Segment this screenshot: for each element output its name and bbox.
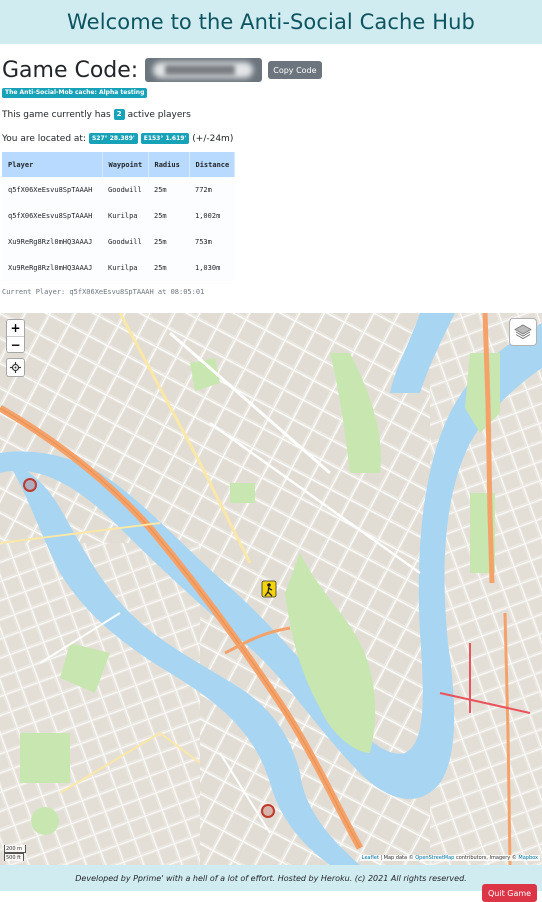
current-player-line: Current Player: q5fX06XeEsvu8SpTAAAH at … [2,288,205,296]
waypoint-circle-icon[interactable] [23,478,37,492]
table-header-row: Player Waypoint Radius Distance [2,152,235,177]
location-accuracy: (+/-24m) [192,133,234,144]
table-row: q5fX06XeEsvu8SpTAAAH Kurilpa 25m 1,002m [2,203,235,229]
layers-button[interactable] [509,318,537,346]
mapbox-link[interactable]: Mapbox [518,855,538,861]
map-tiles [0,313,542,865]
game-code-row: Game Code: Copy Code [2,56,322,84]
scale-metric: 200 m [4,845,26,853]
column-header-waypoint: Waypoint [102,152,149,177]
cell-distance: 1,030m [189,255,235,281]
cell-player: Xu9ReRg8Rzl0mHQ3AAAJ [2,255,102,281]
column-header-player: Player [2,152,103,177]
cache-badge: The Anti-Social-Mob cache: Alpha testing [2,88,148,98]
zoom-in-button[interactable]: + [7,320,24,336]
cell-player: q5fX06XeEsvu8SpTAAAH [2,177,102,203]
layers-icon [514,324,532,340]
zoom-out-button[interactable]: − [7,336,24,352]
game-code-redacted [145,58,263,82]
quit-game-button[interactable]: Quit Game [482,884,538,902]
leaflet-link[interactable]: Leaflet [362,855,379,861]
table-row: q5fX06XeEsvu8SpTAAAH Goodwill 25m 772m [2,177,235,203]
active-players-line: This game currently has 2 active players [2,109,191,120]
column-header-radius: Radius [148,152,190,177]
players-table: Player Waypoint Radius Distance q5fX06Xe… [2,152,235,281]
locate-icon [10,362,21,373]
cell-distance: 1,002m [189,203,235,229]
cell-distance: 753m [189,229,235,255]
copy-code-button[interactable]: Copy Code [268,61,322,79]
cell-player: q5fX06XeEsvu8SpTAAAH [2,203,102,229]
cell-player: Xu9ReRg8Rzl0mHQ3AAAJ [2,229,102,255]
players-count-badge: 2 [113,109,125,120]
cell-radius: 25m [148,255,189,281]
map-attribution: Leaflet | Map data © OpenStreetMap contr… [359,855,540,861]
attribution-text-2: contributors, Imagery © [455,855,517,861]
osm-link[interactable]: OpenStreetMap [415,855,454,861]
game-code-label: Game Code: [2,57,139,83]
waypoint-circle-icon[interactable] [261,804,275,818]
map-view[interactable] [0,313,542,865]
scale-imperial: 500 ft [4,853,24,861]
cell-waypoint: Goodwill [102,229,148,255]
footer-text: Developed by Pprime' with a hell of a lo… [75,873,467,883]
location-line: You are located at: S27° 28.389' E153° 1… [2,133,233,144]
attribution-text: | Map data © [380,855,414,861]
zoom-control: + − [6,319,25,353]
location-prefix: You are located at: [2,133,86,144]
cell-radius: 25m [148,203,189,229]
header-banner: Welcome to the Anti-Social Cache Hub [0,0,542,44]
players-suffix: active players [127,109,191,120]
cell-waypoint: Goodwill [102,177,148,203]
column-header-distance: Distance [189,152,235,177]
players-prefix: This game currently has [2,109,111,120]
hiker-marker-icon[interactable] [261,580,277,598]
footer: Developed by Pprime' with a hell of a lo… [0,865,542,891]
map-scale: 200 m 500 ft [4,845,26,861]
cell-distance: 772m [189,177,235,203]
longitude-badge: E153° 1.619' [140,133,190,144]
cell-radius: 25m [148,177,189,203]
latitude-badge: S27° 28.389' [88,133,138,144]
cell-waypoint: Kurilpa [102,255,148,281]
cell-waypoint: Kurilpa [102,203,148,229]
table-row: Xu9ReRg8Rzl0mHQ3AAAJ Kurilpa 25m 1,030m [2,255,235,281]
locate-button[interactable] [6,358,25,377]
table-row: Xu9ReRg8Rzl0mHQ3AAAJ Goodwill 25m 753m [2,229,235,255]
cell-radius: 25m [148,229,189,255]
page-title: Welcome to the Anti-Social Cache Hub [67,10,475,34]
